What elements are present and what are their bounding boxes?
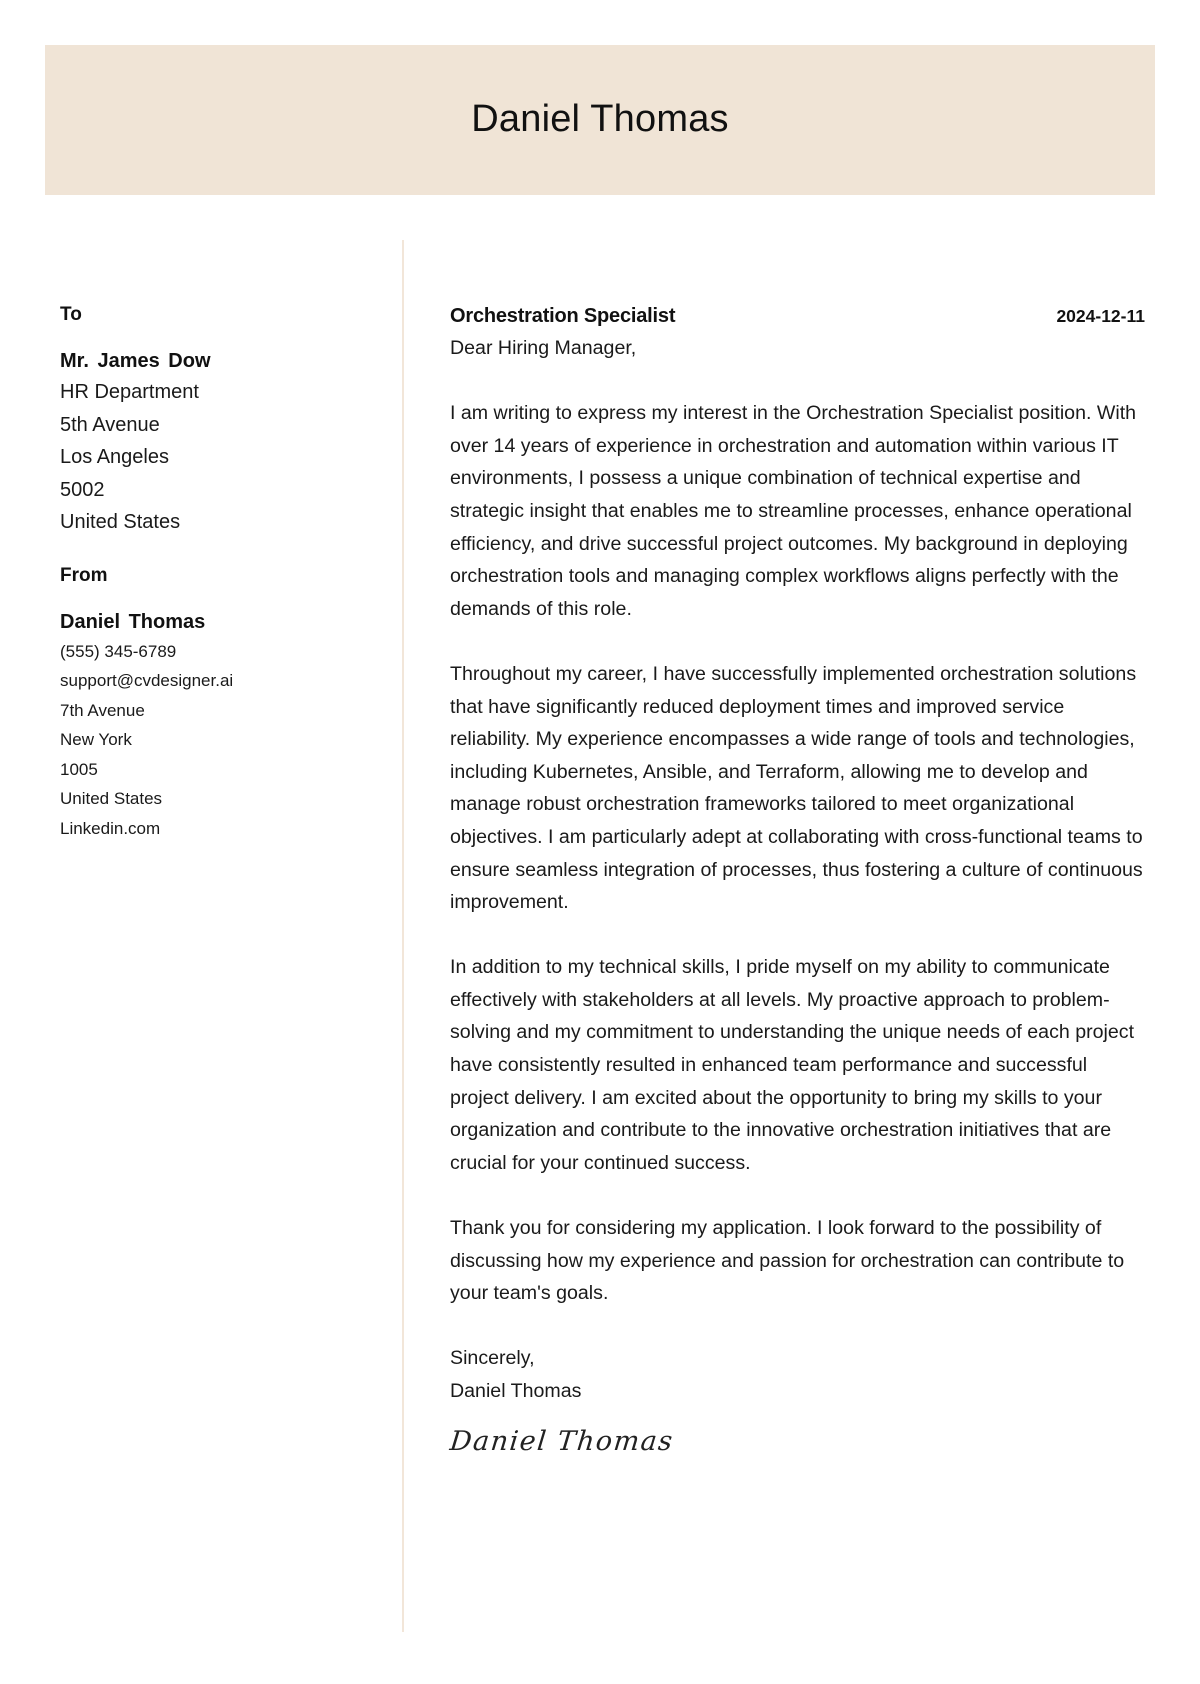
recipient-address: HR Department 5th Avenue Los Angeles 500… [60, 376, 380, 539]
sender-country: United States [60, 789, 163, 808]
recipient-name: Mr. James Dow [60, 350, 211, 372]
letter-body: Orchestration Specialist 2024-12-11 Dear… [448, 300, 1145, 1457]
letter-title-row: Orchestration Specialist 2024-12-11 [450, 300, 1145, 332]
applicant-name-heading: Daniel Thomas [471, 97, 729, 140]
recipient-city: Los Angeles [60, 446, 169, 468]
sender-city: New York [60, 730, 132, 749]
letter-paragraphs: I am writing to express my interest in t… [450, 397, 1145, 1310]
recipient-postal-code: 5002 [60, 478, 105, 501]
sender-label: From [60, 564, 108, 586]
job-title: Orchestration Specialist [450, 305, 676, 327]
recipient-country: United States [60, 511, 181, 533]
salutation: Dear Hiring Manager, [450, 337, 637, 359]
address-sidebar: To Mr. James Dow HR Department 5th Avenu… [60, 300, 380, 843]
paragraph: Throughout my career, I have successfull… [450, 662, 1143, 914]
paragraph: I am writing to express my interest in t… [450, 402, 1137, 620]
sender-street: 7th Avenue [60, 700, 145, 720]
sender-contact: (555) 345-6789 support@cvdesigner.ai 7th… [60, 637, 380, 844]
letter-date: 2024-12-11 [1056, 306, 1145, 326]
closing-block: Sincerely, Daniel Thomas [450, 1342, 1145, 1407]
header-band: Daniel Thomas [45, 45, 1155, 195]
sender-postal-code: 1005 [60, 759, 98, 779]
recipient-department: HR Department [60, 381, 199, 403]
closing-name: Daniel Thomas [450, 1380, 582, 1402]
column-divider [402, 240, 404, 1632]
sender-linkedin: Linkedin.com [60, 818, 161, 838]
paragraph: Thank you for considering my application… [450, 1217, 1125, 1305]
sender-name: Daniel Thomas [60, 610, 206, 633]
recipient-label: To [60, 304, 82, 325]
sender-email: support@cvdesigner.ai [60, 671, 234, 690]
recipient-block: To Mr. James Dow HR Department 5th Avenu… [60, 300, 380, 539]
sender-phone: (555) 345-6789 [60, 641, 177, 661]
sender-block: From Daniel Thomas (555) 345-6789 suppor… [60, 561, 380, 844]
recipient-street: 5th Avenue [60, 413, 160, 436]
signature: Daniel Thomas [448, 1425, 676, 1457]
closing-phrase: Sincerely, [450, 1347, 535, 1370]
paragraph: In addition to my technical skills, I pr… [450, 956, 1135, 1174]
